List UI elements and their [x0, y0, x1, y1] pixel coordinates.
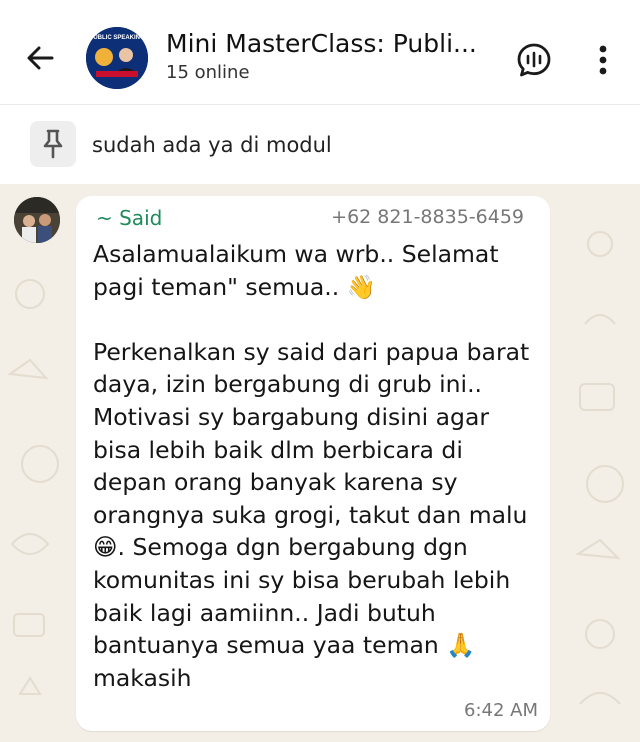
sender-name[interactable]: ~ Said: [96, 206, 162, 230]
chat-area[interactable]: ~ Said +62 821-8835-6459 Asalamualaikum …: [0, 184, 640, 742]
online-count: 15 online: [166, 62, 250, 83]
menu-button[interactable]: [586, 38, 620, 82]
pin-icon: [43, 129, 63, 159]
pinned-message-text: sudah ada ya di modul: [92, 133, 332, 157]
pinned-message-bar[interactable]: sudah ada ya di modul: [0, 104, 640, 184]
message-bubble[interactable]: ~ Said +62 821-8835-6459 Asalamualaikum …: [76, 196, 550, 731]
pin-icon-box: [30, 121, 76, 167]
voice-chat-icon: [517, 43, 551, 77]
arrow-left-icon: [27, 46, 54, 70]
chat-title: Mini MasterClass: Publi...: [166, 29, 477, 58]
group-avatar-caption: PUBLIC SPEAKING: [89, 35, 145, 41]
message-text: Asalamualaikum wa wrb.. Selamat pagi tem…: [93, 240, 530, 692]
chat-header: PUBLIC SPEAKING Mini MasterClass: Publi.…: [0, 0, 640, 104]
back-button[interactable]: [20, 38, 60, 78]
more-vertical-icon: [599, 45, 607, 75]
voice-chat-button[interactable]: [512, 38, 556, 82]
group-avatar[interactable]: PUBLIC SPEAKING: [86, 27, 148, 89]
message-time: 6:42 AM: [464, 700, 538, 721]
chat-title-block[interactable]: Mini MasterClass: Publi... 15 online: [166, 28, 496, 83]
sender-phone[interactable]: +62 821-8835-6459: [331, 206, 524, 228]
sender-avatar[interactable]: [14, 197, 60, 243]
